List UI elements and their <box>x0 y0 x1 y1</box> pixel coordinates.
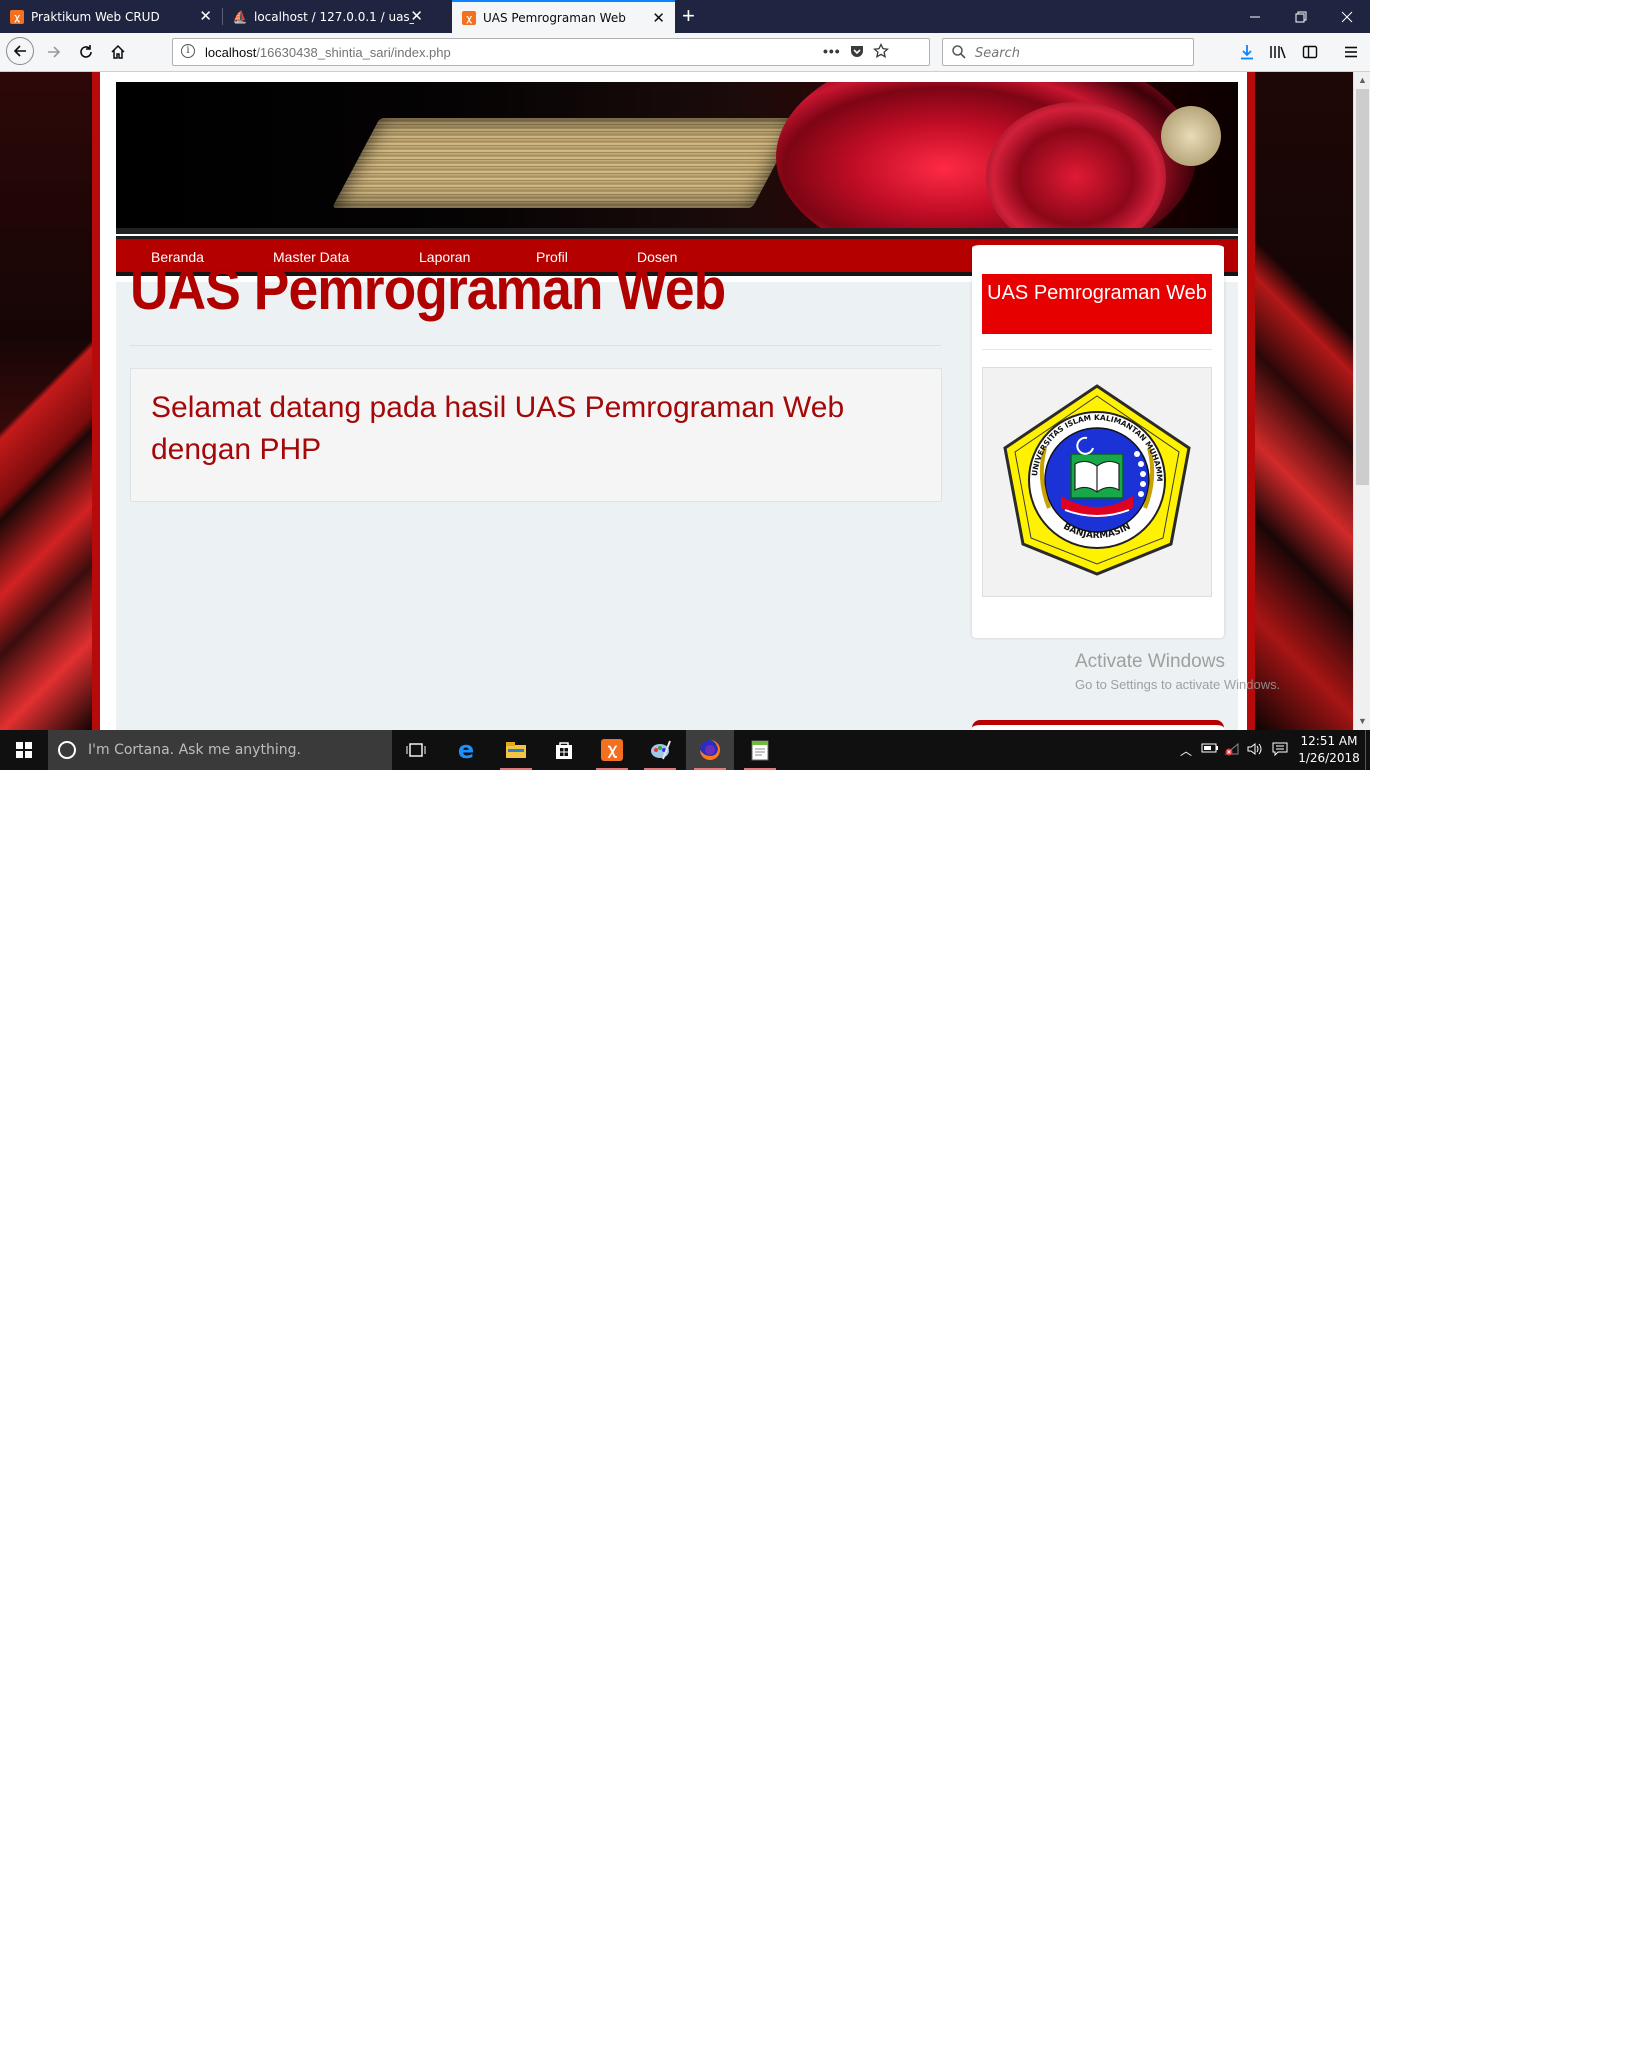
url-path: /16630438_shintia_sari/index.php <box>256 45 451 60</box>
volume-icon[interactable] <box>1247 742 1263 759</box>
sidebar-heading: UAS Pemrograman Web <box>982 274 1212 334</box>
task-view-icon[interactable] <box>392 730 440 770</box>
header-banner-image <box>116 82 1238 234</box>
bookmark-star-icon[interactable] <box>872 42 890 62</box>
downloads-button[interactable] <box>1237 42 1257 62</box>
address-bar[interactable]: i localhost/16630438_shintia_sari/index.… <box>172 38 930 66</box>
home-button[interactable] <box>104 38 132 66</box>
welcome-text: Selamat datang pada hasil UAS Pemrograma… <box>151 391 845 466</box>
activate-windows-hint: Go to Settings to activate Windows. <box>1075 677 1281 692</box>
notepad-icon[interactable] <box>736 730 784 770</box>
tab-strip: ꭓ Praktikum Web CRUD ✕ ⛵ localhost / 127… <box>0 0 1370 33</box>
close-window-button[interactable] <box>1324 0 1370 33</box>
search-input[interactable] <box>973 43 1177 63</box>
restore-icon <box>1295 11 1307 22</box>
windows-logo-icon <box>16 742 32 758</box>
close-tab-icon[interactable]: ✕ <box>652 10 665 26</box>
vertical-scrollbar[interactable]: ▲ ▼ <box>1353 72 1370 730</box>
university-logo-frame: UNIVERSITAS ISLAM KALIMANTAN MUHAMMAD AR… <box>980 361 1212 597</box>
cortana-icon <box>58 741 76 759</box>
tab-label: UAS Pemrograman Web <box>483 10 626 25</box>
university-logo-icon: UNIVERSITAS ISLAM KALIMANTAN MUHAMMAD AR… <box>980 361 1191 576</box>
search-box[interactable] <box>942 38 1194 66</box>
action-center-icon[interactable] <box>1272 742 1288 759</box>
close-icon <box>1341 11 1353 22</box>
battery-icon[interactable] <box>1201 742 1219 757</box>
title-divider <box>130 345 941 346</box>
xampp-icon[interactable]: ꭓ <box>588 730 636 770</box>
screen: ꭓ Praktikum Web CRUD ✕ ⛵ localhost / 127… <box>0 0 1370 770</box>
paint-icon[interactable] <box>636 730 684 770</box>
banner-divider <box>116 228 1238 234</box>
scroll-up-arrow-icon[interactable]: ▲ <box>1354 72 1370 89</box>
tab-label: localhost / 127.0.0.1 / uas_1663 <box>254 9 414 24</box>
sidebar-divider <box>982 349 1212 350</box>
tab-label: Praktikum Web CRUD <box>31 9 160 24</box>
tab-praktikum[interactable]: ꭓ Praktikum Web CRUD ✕ <box>0 0 222 33</box>
system-clock[interactable]: 12:51 AM 1/26/2018 <box>1296 733 1362 767</box>
background-decoration-right <box>1255 72 1353 730</box>
cortana-search-box[interactable]: I'm Cortana. Ask me anything. <box>48 730 392 770</box>
forward-arrow-icon <box>48 46 61 58</box>
books-illustration <box>332 118 800 208</box>
welcome-panel: Selamat datang pada hasil UAS Pemrograma… <box>130 368 942 502</box>
tab-phpmyadmin[interactable]: ⛵ localhost / 127.0.0.1 / uas_1663 ✕ <box>223 0 433 33</box>
start-button[interactable] <box>0 730 48 770</box>
url-host: localhost <box>205 45 257 60</box>
download-arrow-icon <box>1241 45 1253 60</box>
sidebar-widget: UAS Pemrograman Web UNIVERSITAS ISLAM KA… <box>972 240 1224 638</box>
home-icon <box>111 44 125 59</box>
cream-petal-illustration <box>1161 106 1221 166</box>
cortana-placeholder: I'm Cortana. Ask me anything. <box>88 742 301 758</box>
restore-button[interactable] <box>1278 0 1324 33</box>
minimize-button[interactable] <box>1232 0 1278 33</box>
back-button[interactable] <box>6 37 34 65</box>
windows-taskbar: I'm Cortana. Ask me anything. e ꭓ ︿ 12:5… <box>0 730 1370 770</box>
show-hidden-icons-icon[interactable]: ︿ <box>1180 742 1192 759</box>
tab-uas[interactable]: ꭓ UAS Pemrograman Web ✕ <box>452 0 675 33</box>
activate-windows-title: Activate Windows <box>1075 651 1225 672</box>
new-tab-button[interactable]: + <box>682 3 695 29</box>
clock-time: 12:51 AM <box>1300 734 1358 748</box>
show-desktop-button[interactable] <box>1365 730 1370 770</box>
background-decoration-left <box>0 72 92 730</box>
sidebar-icon <box>1302 45 1318 59</box>
hamburger-icon <box>1345 46 1357 58</box>
url-text[interactable]: localhost/16630438_shintia_sari/index.ph… <box>205 45 451 60</box>
scrollbar-thumb[interactable] <box>1356 89 1369 485</box>
close-tab-icon[interactable]: ✕ <box>199 8 212 24</box>
navigation-toolbar: i localhost/16630438_shintia_sari/index.… <box>0 33 1370 72</box>
close-tab-icon[interactable]: ✕ <box>410 8 423 24</box>
store-icon[interactable] <box>540 730 588 770</box>
search-icon <box>952 45 966 59</box>
xampp-icon: ꭓ <box>10 9 24 24</box>
phpmyadmin-icon: ⛵ <box>232 9 248 24</box>
page-title: UAS Pemrograman Web <box>130 257 726 322</box>
sidebar-toggle-button[interactable] <box>1300 42 1320 62</box>
library-icon <box>1270 46 1286 59</box>
pocket-icon[interactable] <box>849 43 865 62</box>
firefox-icon[interactable] <box>686 730 734 770</box>
file-explorer-icon[interactable] <box>492 730 540 770</box>
reload-button[interactable] <box>72 38 100 66</box>
back-arrow-icon <box>13 45 26 57</box>
page-actions-icon[interactable]: ••• <box>823 43 841 59</box>
scroll-down-arrow-icon[interactable]: ▼ <box>1354 713 1370 730</box>
menu-button[interactable] <box>1341 42 1361 62</box>
forward-button[interactable] <box>40 38 68 66</box>
network-disconnected-icon[interactable] <box>1224 742 1240 759</box>
library-button[interactable] <box>1268 42 1288 62</box>
reload-icon <box>80 45 92 58</box>
xampp-icon: ꭓ <box>462 10 476 25</box>
edge-icon[interactable]: e <box>442 730 490 770</box>
site-info-icon[interactable]: i <box>181 44 195 58</box>
clock-date: 1/26/2018 <box>1298 751 1360 765</box>
minimize-icon <box>1250 16 1260 17</box>
